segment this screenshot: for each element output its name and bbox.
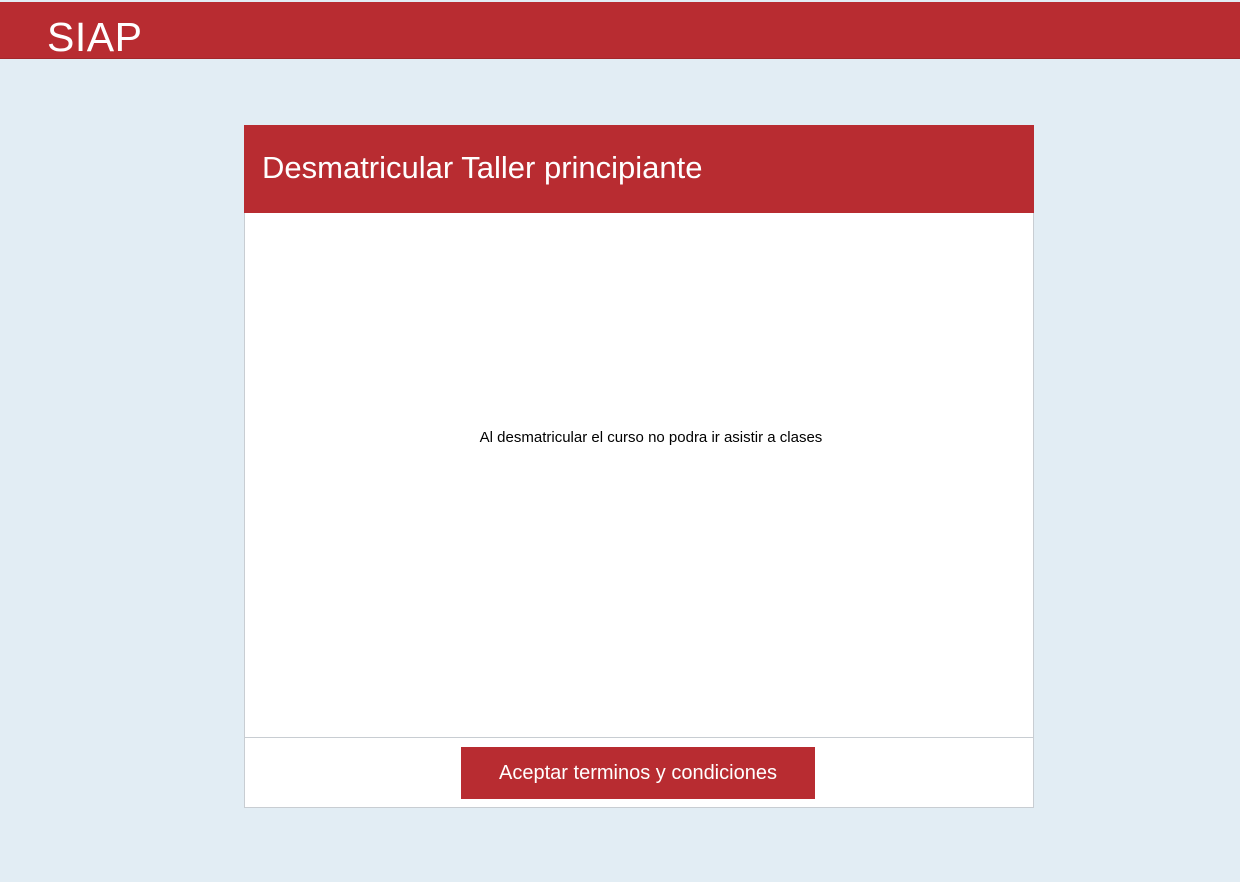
dialog-body: Al desmatricular el curso no podra ir as… [245, 213, 1033, 737]
app-title: SIAP [47, 14, 143, 60]
unenroll-dialog: Desmatricular Taller principiante Al des… [244, 125, 1034, 808]
top-bar: SIAP [0, 2, 1240, 59]
dialog-title: Desmatricular Taller principiante [262, 150, 703, 185]
accept-terms-button[interactable]: Aceptar terminos y condiciones [461, 747, 815, 799]
dialog-footer: Aceptar terminos y condiciones [245, 737, 1033, 808]
dialog-message: Al desmatricular el curso no podra ir as… [479, 429, 823, 446]
dialog-header: Desmatricular Taller principiante [244, 125, 1034, 213]
